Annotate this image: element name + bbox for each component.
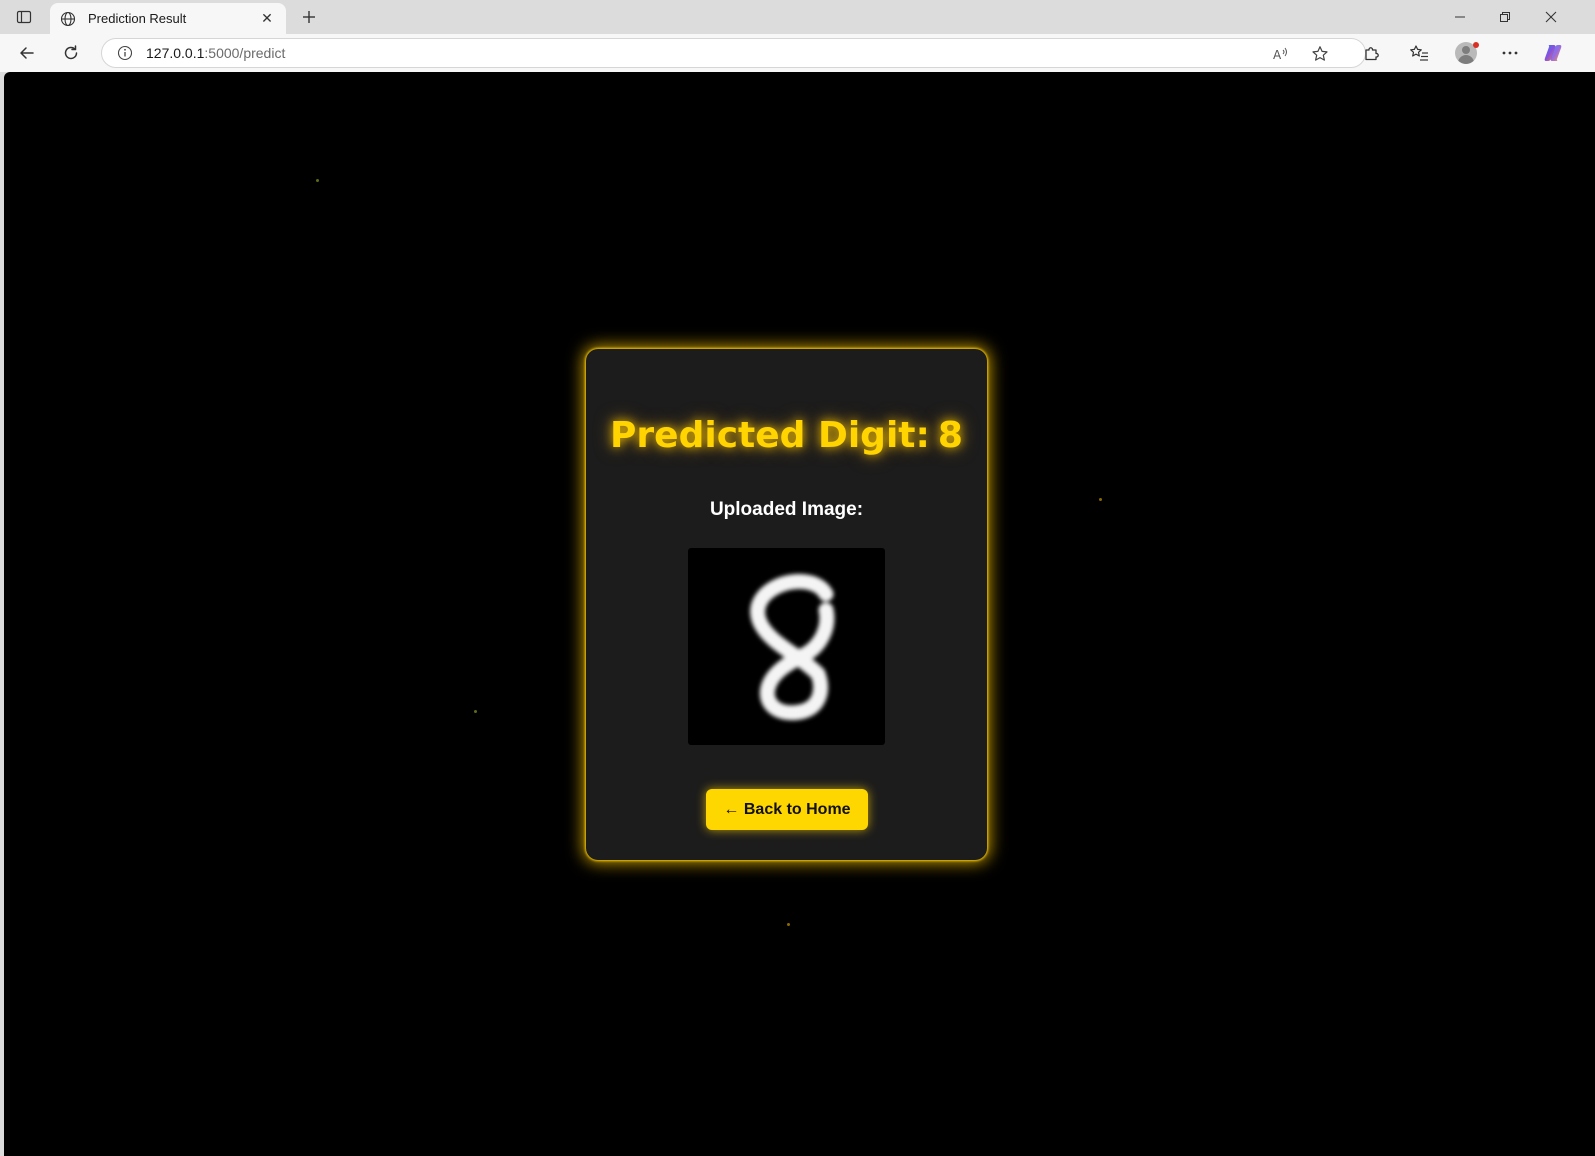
url-path: :5000/predict — [204, 45, 286, 61]
reload-button[interactable] — [56, 39, 86, 67]
close-window-button[interactable] — [1528, 0, 1574, 34]
new-tab-button[interactable] — [296, 6, 322, 28]
minimize-window-button[interactable] — [1437, 0, 1483, 34]
restore-icon — [1500, 12, 1510, 22]
uploaded-digit-image — [688, 548, 885, 745]
site-info-icon[interactable] — [116, 44, 134, 62]
more-dots-icon — [1502, 51, 1518, 55]
browser-toolbar: 127.0.0.1:5000/predict A — [0, 34, 1595, 72]
copilot-button[interactable] — [1538, 39, 1568, 67]
minimize-icon — [1455, 16, 1465, 18]
favorite-star-button[interactable] — [1308, 43, 1332, 65]
close-tab-icon[interactable]: ✕ — [258, 10, 276, 28]
tab-actions-icon — [16, 10, 32, 24]
restore-window-button[interactable] — [1482, 0, 1528, 34]
star-icon — [1312, 46, 1328, 61]
background-particle — [316, 179, 319, 182]
back-nav-button[interactable] — [12, 39, 42, 67]
back-to-home-button[interactable]: ← Back to Home — [706, 789, 868, 830]
puzzle-icon — [1365, 47, 1379, 61]
address-bar[interactable]: 127.0.0.1:5000/predict A — [101, 38, 1366, 68]
background-particle — [1099, 498, 1102, 501]
arrow-left-icon — [20, 47, 34, 59]
page-viewport: Predicted Digit: 8 Uploaded Image: ← Back… — [4, 72, 1595, 1156]
favorites-button[interactable] — [1404, 39, 1434, 67]
extensions-button[interactable] — [1357, 39, 1387, 67]
heading-prefix: Predicted Digit: — [610, 415, 930, 456]
close-icon — [1545, 11, 1557, 23]
url-host: 127.0.0.1 — [146, 45, 205, 61]
result-card: Predicted Digit: 8 Uploaded Image: ← Back… — [586, 349, 987, 860]
uploaded-image-label: Uploaded Image: — [709, 499, 864, 520]
predicted-digit-value: 8 — [937, 415, 963, 456]
reload-icon — [64, 45, 78, 60]
tab-title: Prediction Result — [88, 11, 187, 26]
globe-icon — [60, 10, 78, 28]
browser-tab-strip: Prediction Result ✕ — [0, 0, 1595, 34]
read-aloud-button[interactable]: A — [1269, 43, 1293, 65]
background-particle — [787, 923, 790, 926]
page-title: Predicted Digit: 8 — [586, 415, 987, 456]
tab-actions-button[interactable] — [10, 6, 38, 28]
profile-button[interactable] — [1451, 39, 1481, 67]
svg-text:A: A — [1273, 48, 1282, 62]
background-particle — [474, 710, 477, 713]
url-text: 127.0.0.1:5000/predict — [146, 45, 285, 61]
browser-tab-active[interactable]: Prediction Result ✕ — [50, 3, 286, 34]
copilot-icon — [1544, 45, 1562, 61]
more-menu-button[interactable] — [1495, 39, 1525, 67]
plus-icon — [303, 11, 315, 23]
notification-dot — [1473, 42, 1479, 48]
read-aloud-icon: A — [1273, 47, 1287, 62]
favorites-list-icon — [1410, 45, 1428, 61]
